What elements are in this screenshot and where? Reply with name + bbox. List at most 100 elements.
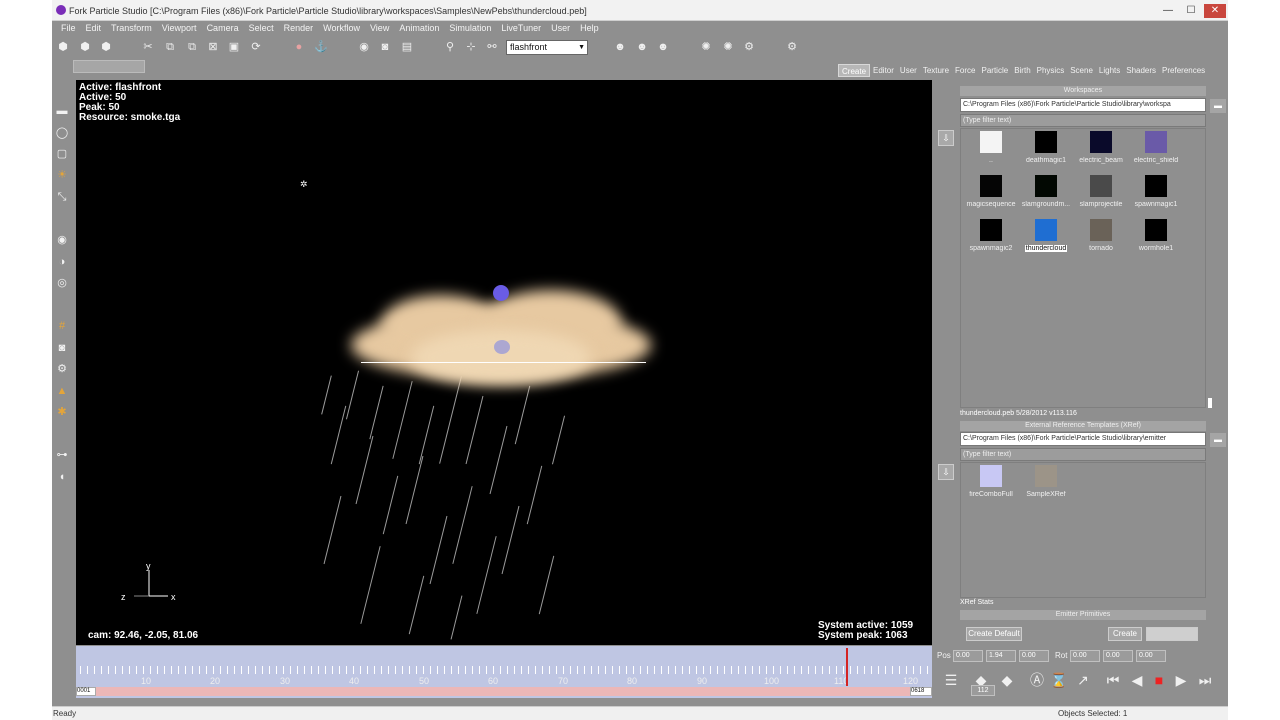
play-icon[interactable]: ▶	[1171, 670, 1191, 690]
mode-a-icon[interactable]: ☻	[613, 40, 627, 54]
close-button[interactable]: ✕	[1204, 4, 1226, 18]
emitter-pivot-icon[interactable]	[494, 340, 510, 354]
go-end-icon[interactable]: ⏭	[1195, 670, 1215, 690]
emitter-select[interactable]: flashfront ▼	[506, 40, 588, 55]
primitive-type-field[interactable]	[1146, 627, 1198, 641]
tab-scene[interactable]: Scene	[1067, 64, 1096, 77]
maximize-button[interactable]: ☐	[1181, 4, 1201, 18]
go-start-icon[interactable]: ⏮	[1103, 670, 1123, 690]
xref-filter-input[interactable]: (Type filter text)	[960, 448, 1206, 461]
create-button[interactable]: Create	[1108, 627, 1142, 641]
duplicate-icon[interactable]: ▣	[227, 40, 241, 54]
sun-tool-icon[interactable]: ☀	[55, 168, 69, 182]
hierarchy-icon[interactable]: ⊹	[464, 40, 478, 54]
delete-icon[interactable]: ⊠	[206, 40, 220, 54]
menu-render[interactable]: Render	[279, 21, 319, 35]
sound-icon[interactable]: ◖	[55, 470, 69, 484]
camera-tool-icon[interactable]: ◙	[55, 341, 69, 355]
light-tool-icon[interactable]: ▲	[55, 384, 69, 398]
workspace-item[interactable]: deathmagic1	[1020, 131, 1072, 173]
search-field[interactable]	[73, 60, 145, 73]
workspace-scrollbar[interactable]	[1208, 398, 1212, 408]
menu-transform[interactable]: Transform	[106, 21, 157, 35]
box-tool-icon[interactable]: ▢	[55, 147, 69, 161]
tab-editor[interactable]: Editor	[870, 64, 897, 77]
anchor-icon[interactable]: ⚓	[314, 40, 328, 54]
stop-icon[interactable]: ■	[1149, 670, 1169, 690]
keyframe-remove-icon[interactable]: ◆	[997, 670, 1017, 690]
3d-viewport[interactable]: Active: flashfront Active: 50 Peak: 50 R…	[76, 80, 932, 645]
cloud-particles[interactable]	[351, 285, 656, 390]
workspace-item[interactable]: electric_beam	[1075, 131, 1127, 173]
curve-editor-icon[interactable]: ↗	[1073, 670, 1093, 690]
workspace-path-field[interactable]: C:\Program Files (x86)\Fork Particle\Par…	[960, 98, 1206, 112]
workspace-item[interactable]: ..	[965, 131, 1017, 173]
rot-z-field[interactable]: 0.00	[1136, 650, 1166, 662]
link-icon[interactable]: ⚲	[443, 40, 457, 54]
menu-view[interactable]: View	[365, 21, 394, 35]
timeline-start-field[interactable]: 0001	[76, 687, 96, 696]
mode-b-icon[interactable]: ☻	[635, 40, 649, 54]
timeline-end-field[interactable]: 0618	[910, 687, 932, 696]
tab-force[interactable]: Force	[952, 64, 978, 77]
menu-animation[interactable]: Animation	[394, 21, 444, 35]
menu-select[interactable]: Select	[244, 21, 279, 35]
create-default-button[interactable]: Create Default	[966, 627, 1022, 641]
gear-tool-icon[interactable]: ⚙	[55, 362, 69, 376]
record-icon[interactable]: ●	[292, 40, 306, 54]
rot-x-field[interactable]: 0.00	[1070, 650, 1100, 662]
workspace-item-selected[interactable]: thundercloud	[1020, 219, 1072, 261]
menu-viewport[interactable]: Viewport	[157, 21, 202, 35]
pos-y-field[interactable]: 1.94	[986, 650, 1016, 662]
workspace-item[interactable]: spawnmagic1	[1130, 175, 1182, 217]
xref-path-field[interactable]: C:\Program Files (x86)\Fork Particle\Par…	[960, 432, 1206, 446]
xref-browse-icon[interactable]: ▬	[1210, 433, 1226, 447]
menu-user[interactable]: User	[546, 21, 575, 35]
workspace-item[interactable]: magicsequence	[965, 175, 1017, 217]
scale-tool-icon[interactable]: ⤡	[55, 190, 69, 204]
workspace-import-icon[interactable]: ⇩	[938, 130, 954, 146]
timeline[interactable]: 10 20 30 40 50 60 70 80 90 100 110 120 0…	[76, 646, 932, 698]
tab-create[interactable]: Create	[838, 64, 871, 77]
menu-workflow[interactable]: Workflow	[318, 21, 365, 35]
workspace-item[interactable]: electric_shield	[1130, 131, 1182, 173]
tab-texture[interactable]: Texture	[920, 64, 952, 77]
menu-help[interactable]: Help	[575, 21, 604, 35]
mode-c-icon[interactable]: ☻	[656, 40, 670, 54]
workspace-item[interactable]: tornado	[1075, 219, 1127, 261]
emitter-handle-icon[interactable]	[493, 285, 509, 301]
new-emitter-icon[interactable]: ⬢	[56, 40, 70, 54]
paste-icon[interactable]: ⧉	[185, 40, 199, 54]
workspace-item[interactable]: slamprojectile	[1075, 175, 1127, 217]
settings-b-icon[interactable]: ✺	[721, 40, 735, 54]
menu-edit[interactable]: Edit	[81, 21, 107, 35]
emitter-tool-icon[interactable]: ▬	[55, 104, 69, 118]
workspace-filter-input[interactable]: (Type filter text)	[960, 114, 1206, 127]
tab-lights[interactable]: Lights	[1096, 64, 1123, 77]
workspace-item[interactable]: spawnmagic2	[965, 219, 1017, 261]
xref-import-icon[interactable]: ⇩	[938, 464, 954, 480]
menu-simulation[interactable]: Simulation	[444, 21, 496, 35]
tab-birth[interactable]: Birth	[1011, 64, 1033, 77]
xref-item[interactable]: fireComboFull	[965, 465, 1017, 507]
workspace-browse-icon[interactable]: ▬	[1210, 99, 1226, 113]
tab-particle[interactable]: Particle	[979, 64, 1012, 77]
frame-field[interactable]: 112	[971, 685, 995, 696]
menu-file[interactable]: File	[56, 21, 81, 35]
add-child-icon[interactable]: ⬢	[99, 40, 113, 54]
workspace-item[interactable]: wormhole1	[1130, 219, 1182, 261]
pos-x-field[interactable]: 0.00	[953, 650, 983, 662]
grid-icon[interactable]: #	[55, 319, 69, 333]
gear-icon[interactable]: ⚙	[742, 40, 756, 54]
tab-preferences[interactable]: Preferences	[1159, 64, 1208, 77]
menu-camera[interactable]: Camera	[202, 21, 244, 35]
target-icon[interactable]: ◎	[55, 276, 69, 290]
camera-icon[interactable]: ◙	[378, 40, 392, 54]
sphere-tool-icon[interactable]: ◯	[55, 126, 69, 140]
view-eye-icon[interactable]: ◉	[55, 233, 69, 247]
list-icon[interactable]: ☰	[941, 670, 961, 690]
timeline-scrollbar[interactable]	[76, 687, 932, 696]
bulb-icon[interactable]: ✱	[55, 405, 69, 419]
cog-icon[interactable]: ⚙	[785, 40, 799, 54]
refresh-icon[interactable]: ⟳	[249, 40, 263, 54]
